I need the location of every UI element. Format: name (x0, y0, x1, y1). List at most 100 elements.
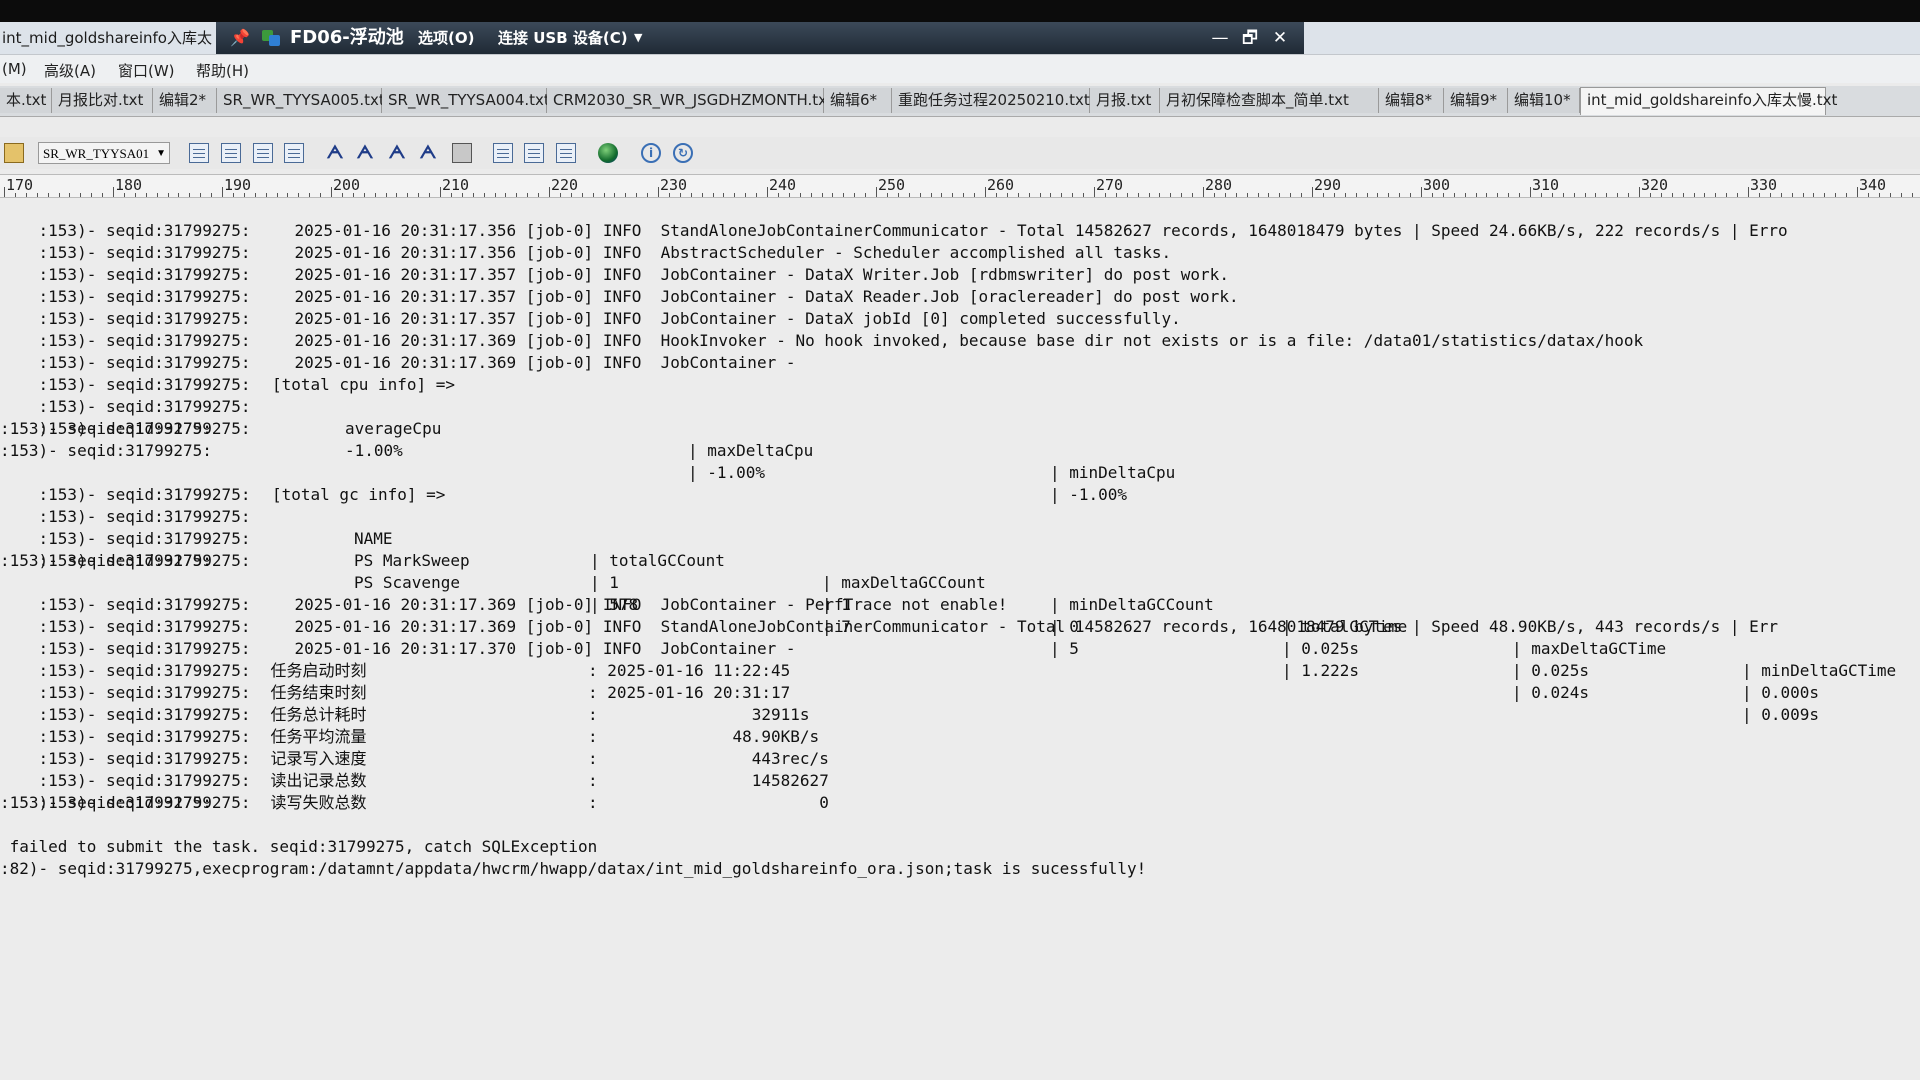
tab-active-document[interactable]: int_mid_goldshareinfo入库太慢.txt (1580, 87, 1837, 115)
ruler-number: 230 (660, 176, 688, 194)
replace-icon[interactable]: ᗅ (387, 143, 407, 163)
ruler-tick (1540, 193, 1542, 197)
title-bar: int_mid_goldshareinfo入库太 📌 FD06-浮动池 选项(O… (0, 22, 1920, 55)
ruler-tick (1606, 193, 1608, 197)
window-icon[interactable] (556, 143, 576, 163)
tab-document[interactable]: 编辑10* (1508, 88, 1580, 113)
connect-usb-menu[interactable]: 连接 USB 设备(C) (498, 22, 628, 54)
close-button[interactable]: ✕ (1266, 22, 1294, 54)
ruler-tick (80, 193, 82, 197)
align-right-icon[interactable] (253, 143, 273, 163)
ruler-tick (876, 187, 877, 197)
ruler-tick (167, 193, 169, 197)
menu-advanced[interactable]: 高级(A) (44, 60, 96, 81)
options-menu[interactable]: 选项(O) (418, 22, 474, 54)
tab-document[interactable]: CRM2030_SR_WR_JSGDHZMONTH.txt (547, 88, 833, 113)
align-center-icon[interactable] (221, 143, 241, 163)
ruler-tick (1104, 193, 1106, 197)
ruler-tick (1442, 193, 1444, 197)
refresh-icon[interactable]: ↻ (673, 143, 693, 163)
ruler-tick (69, 193, 71, 197)
tab-document[interactable]: SR_WR_TYYSA004.txt (382, 88, 550, 113)
tab-document[interactable]: 编辑9* (1444, 88, 1508, 113)
split-vertical-icon[interactable] (524, 143, 544, 163)
ruler-number: 310 (1532, 176, 1560, 194)
minimize-button[interactable]: — (1206, 22, 1234, 54)
ruler-tick (1769, 193, 1771, 197)
tab-document[interactable]: 月报比对.txt (52, 88, 153, 113)
chevron-down-icon[interactable]: ▼ (634, 22, 642, 54)
ruler-tick (908, 193, 910, 197)
align-left-icon[interactable] (189, 143, 209, 163)
ruler-tick (113, 187, 114, 197)
ruler-tick (1061, 193, 1063, 197)
ruler-tick (1224, 193, 1226, 197)
ruler-tick (1192, 193, 1194, 197)
ruler-number: 270 (1096, 176, 1124, 194)
log-line: :153)- seqid:31799275: (0, 419, 212, 438)
tab-document[interactable]: 编辑6* (824, 88, 892, 113)
tab-document[interactable]: SR_WR_TYYSA005.txt (217, 88, 385, 113)
restore-button[interactable]: 🗗 (1236, 22, 1264, 54)
ruler-tick (1017, 193, 1019, 197)
ruler-tick (1083, 193, 1085, 197)
ruler-tick (1780, 193, 1782, 197)
ruler-tick (429, 193, 431, 197)
ruler-number: 260 (987, 176, 1015, 194)
ruler-tick (385, 193, 387, 197)
justify-icon[interactable] (284, 143, 304, 163)
log-line-result: :82)- seqid:31799275,execprogram:/datamn… (0, 859, 1147, 878)
ruler-tick (1453, 193, 1455, 197)
tab-document[interactable]: 月报.txt (1090, 88, 1160, 113)
tab-document[interactable]: 月初保障检查脚本_简单.txt (1160, 88, 1379, 113)
ruler-number: 180 (115, 176, 143, 194)
ruler-tick (1595, 193, 1597, 197)
ruler-tick (1126, 193, 1128, 197)
split-horizontal-icon[interactable] (493, 143, 513, 163)
tab-document[interactable]: 本.txt (0, 88, 52, 113)
ruler-tick (1279, 193, 1281, 197)
log-line: :153)- seqid:31799275: 2025-01-16 20:31:1… (38, 265, 1229, 284)
ruler-tick (985, 187, 986, 197)
ruler-tick (854, 193, 856, 197)
find-next-icon[interactable]: ᗅ (355, 143, 375, 163)
info-icon[interactable]: i (641, 143, 661, 163)
log-line: :153)- seqid:31799275: 2025-01-16 20:31:1… (38, 287, 1239, 306)
menu-macro[interactable]: (M) (2, 60, 27, 78)
ruler-tick (1573, 193, 1575, 197)
ruler-tick (767, 187, 768, 197)
tab-document[interactable]: 重跑任务过程20250210.txt (892, 88, 1090, 113)
ruler-tick (1824, 193, 1826, 197)
text-editor[interactable]: :153)- seqid:31799275: 2025-01-16 20:31:1… (0, 198, 1920, 1080)
print-icon[interactable] (452, 143, 472, 163)
tab-document[interactable]: 编辑8* (1379, 88, 1444, 113)
menu-window[interactable]: 窗口(W) (118, 60, 175, 81)
globe-icon[interactable] (598, 143, 618, 163)
ruler-tick (331, 187, 332, 197)
ruler-number: 280 (1205, 176, 1233, 194)
remote-logo-icon (262, 30, 282, 46)
find-icon[interactable]: ᗅ (325, 143, 345, 163)
log-line: :153)- seqid:31799275: 2025-01-16 20:31:1… (38, 221, 1788, 240)
folder-icon[interactable] (4, 143, 24, 163)
ruler-number: 170 (6, 176, 34, 194)
ruler-tick (1704, 193, 1706, 197)
pin-icon[interactable]: 📌 (230, 22, 250, 54)
ruler-number: 200 (333, 176, 361, 194)
tab-document[interactable]: 编辑2* (153, 88, 217, 113)
find-in-files-icon[interactable]: ᗅ (418, 143, 438, 163)
ruler-tick (516, 193, 518, 197)
remote-host-name: FD06-浮动池 (290, 27, 404, 48)
log-line: :153)- seqid:31799275: 2025-01-16 20:31:1… (38, 243, 1172, 262)
chevron-down-icon: ▼ (156, 148, 166, 159)
ruler-tick (1715, 193, 1717, 197)
ruler-tick (472, 193, 474, 197)
template-select[interactable]: SR_WR_TYYSA01 ▼ (38, 142, 170, 164)
ruler-tick (145, 193, 147, 197)
log-line-summary: :153)- seqid:31799275: 任务启动时刻: 2025-01-16… (38, 661, 791, 680)
ruler-number: 240 (769, 176, 797, 194)
menu-help[interactable]: 帮助(H) (196, 60, 249, 81)
ruler-number: 300 (1423, 176, 1451, 194)
ruler-tick (1857, 187, 1858, 197)
log-line-gc-columns: :153)- seqid:31799275: NAME | totalGCCou… (38, 507, 1897, 680)
